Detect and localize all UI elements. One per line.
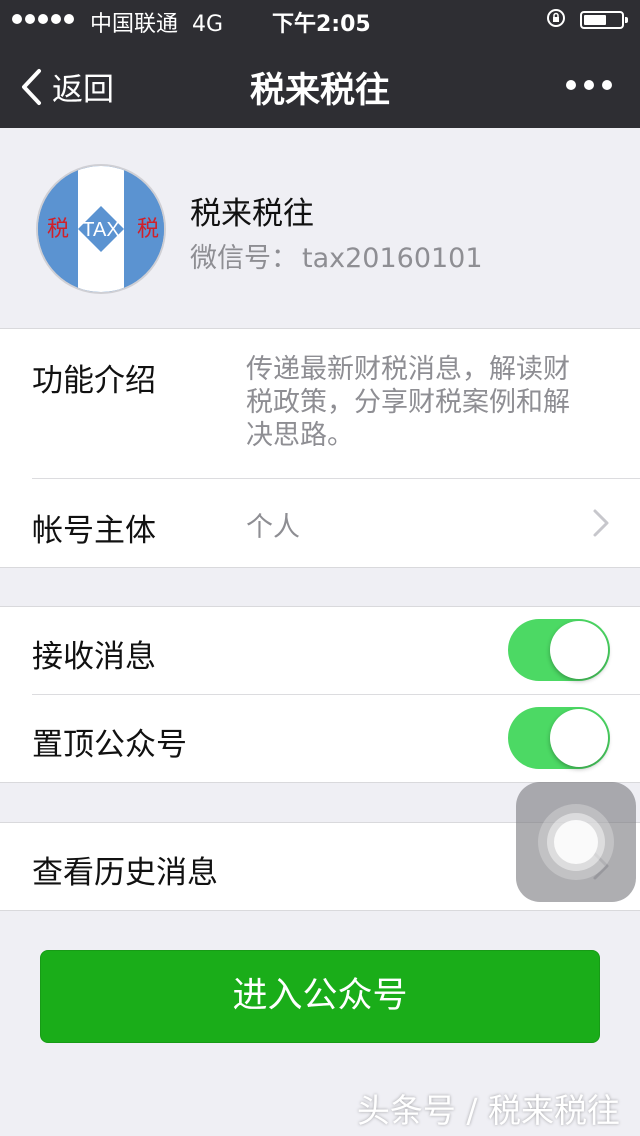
- owner-value: 个人: [246, 512, 300, 543]
- status-bar: 中国联通 4G 下午2:05: [0, 0, 640, 40]
- history-messages-label: 查看历史消息: [32, 855, 218, 891]
- info-group: 功能介绍 传递最新财税消息，解读财税政策，分享财税案例和解决思路。 帐号主体 个…: [0, 328, 640, 568]
- status-time: 下午2:05: [272, 12, 371, 37]
- receive-messages-label: 接收消息: [32, 639, 156, 675]
- account-name: 税来税往: [190, 196, 314, 232]
- more-icon[interactable]: [566, 80, 612, 90]
- page-title: 税来税往: [249, 71, 390, 111]
- pin-account-row: 置顶公众号: [0, 695, 640, 782]
- watermark-text: 头条号 / 税来税往: [356, 1091, 620, 1130]
- avatar: TAX 税 税: [36, 164, 166, 294]
- account-owner-row[interactable]: 帐号主体 个人: [0, 479, 640, 567]
- signal-strength-icon: [12, 14, 74, 24]
- profile-header: TAX 税 税 税来税往 微信号： tax20160101: [0, 128, 640, 328]
- wechat-id: 微信号： tax20160101: [190, 236, 483, 275]
- avatar-right-text: 税: [137, 217, 159, 242]
- navigation-bar: 返回 税来税往: [0, 40, 640, 128]
- wechat-id-value: tax20160101: [302, 243, 483, 274]
- assistive-touch-button[interactable]: [516, 782, 636, 902]
- chevron-right-icon: [593, 509, 609, 537]
- carrier-label: 中国联通 4G: [90, 12, 224, 37]
- avatar-center-text: TAX: [82, 219, 119, 241]
- receive-messages-row: 接收消息: [0, 607, 640, 694]
- settings-group: 接收消息 置顶公众号: [0, 606, 640, 783]
- intro-text: 传递最新财税消息，解读财税政策，分享财税案例和解决思路。: [246, 354, 570, 451]
- network-type: 4G: [192, 12, 224, 37]
- avatar-left-text: 税: [47, 217, 69, 242]
- pin-account-toggle[interactable]: [508, 707, 610, 769]
- intro-label: 功能介绍: [32, 363, 156, 399]
- owner-label: 帐号主体: [32, 513, 156, 549]
- enter-account-button[interactable]: 进入公众号: [40, 950, 600, 1043]
- rotation-lock-icon: [547, 9, 565, 27]
- intro-row: 功能介绍 传递最新财税消息，解读财税政策，分享财税案例和解决思路。: [0, 329, 640, 479]
- wechat-id-label: 微信号：: [190, 243, 298, 274]
- pin-account-label: 置顶公众号: [32, 727, 187, 763]
- receive-messages-toggle[interactable]: [508, 619, 610, 681]
- battery-icon: [580, 11, 628, 29]
